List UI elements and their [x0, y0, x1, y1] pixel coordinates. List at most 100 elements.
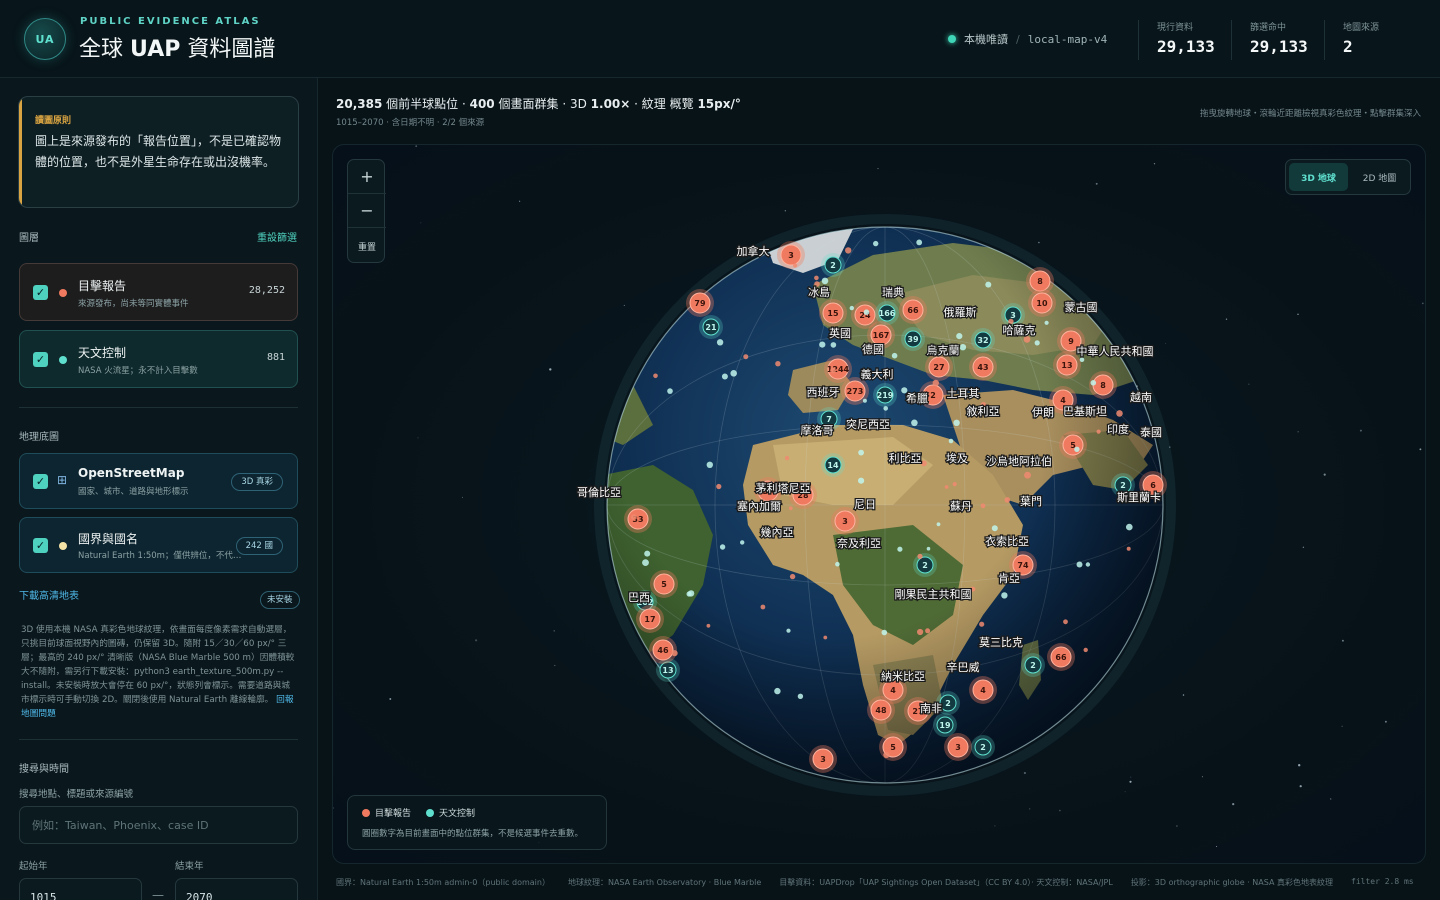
country-label: 泰國: [1140, 425, 1162, 439]
cluster-bubble[interactable]: 2: [971, 735, 995, 759]
cluster-bubble[interactable]: 79: [686, 289, 714, 317]
map-viewport[interactable]: 79 21 3 2 15 24 166 66 167 39 1244 273 219 27 43 32 8 10 9…: [332, 144, 1426, 864]
download-hd-link[interactable]: 下載高清地表: [19, 587, 79, 602]
point-marker: [849, 305, 854, 311]
star: [1201, 776, 1203, 778]
country-label: 希臘: [906, 391, 928, 405]
cluster-bubble[interactable]: 14: [821, 453, 845, 477]
cluster-bubble[interactable]: 32: [971, 328, 995, 352]
cluster-bubble[interactable]: 3: [831, 507, 859, 535]
cluster-bubble[interactable]: 2: [1021, 653, 1045, 677]
cluster-bubble[interactable]: 3: [809, 745, 837, 773]
attribution-footer: 國界：Natural Earth 1:50m admin-0（public do…: [336, 877, 1414, 888]
view-subtitle: 1015–2070 · 含日期不明 · 2/2 個來源: [336, 118, 485, 128]
star: [1330, 798, 1332, 800]
basemap-borders[interactable]: ✓ 國界與國名 Natural Earth 1:50m；僅供辨位，不代表政治立場…: [19, 517, 298, 573]
globe-canvas[interactable]: 79213215 24 166 66167 391244273 21927 43328109…: [333, 145, 1426, 864]
toggle-2d-map[interactable]: 2D 地圖: [1350, 163, 1409, 191]
point-marker: [891, 352, 898, 359]
point-marker: [1074, 446, 1080, 452]
star: [1341, 725, 1343, 727]
cluster-count: 4: [890, 686, 896, 695]
basemap-badge: 3D 真彩: [231, 473, 283, 491]
cluster-bubble[interactable]: 3: [944, 733, 972, 761]
basemap-osm[interactable]: ✓ ⊞ OpenStreetMap 國家、城市、道路與地形標示 3D 真彩: [19, 453, 298, 509]
cluster-bubble[interactable]: 21: [699, 315, 723, 339]
cluster-bubble[interactable]: 2: [821, 253, 845, 277]
point-marker: [917, 553, 923, 559]
point-marker: [845, 247, 852, 254]
cluster-count: 43: [977, 363, 988, 372]
page-title: 全球 UAP 資料圖譜: [79, 31, 275, 63]
grid-icon: ⊞: [57, 473, 68, 487]
cluster-bubble[interactable]: 46: [649, 636, 677, 664]
cluster-bubble[interactable]: 1244: [824, 355, 852, 383]
point-marker: [706, 623, 711, 628]
cluster-bubble[interactable]: 66: [1047, 643, 1075, 671]
point-marker: [1126, 546, 1131, 551]
start-year-input[interactable]: [19, 878, 142, 900]
reset-filters-link[interactable]: 重設篩選: [257, 229, 297, 244]
country-label: 英國: [829, 326, 851, 340]
country-label: 莫三比克: [979, 636, 1023, 649]
cluster-bubble[interactable]: 5: [879, 733, 907, 761]
country-label: 中華人民共和國: [1077, 345, 1154, 358]
country-label: 西班牙: [807, 386, 840, 399]
cluster-count: 219: [877, 391, 894, 400]
layer-name: 目擊報告: [78, 279, 127, 293]
layer-astro[interactable]: ✓ 天文控制 NASA 火流星；永不計入目擊數 881: [19, 330, 298, 388]
checkbox-icon[interactable]: ✓: [33, 474, 48, 489]
cluster-bubble[interactable]: 2: [913, 553, 937, 577]
cluster-bubble[interactable]: 219: [873, 383, 897, 407]
cluster-bubble[interactable]: 43: [969, 353, 997, 381]
checkbox-icon[interactable]: ✓: [33, 285, 48, 300]
point-marker: [760, 604, 766, 610]
cluster-bubble[interactable]: 3: [777, 241, 805, 269]
not-installed-badge: 未安裝: [260, 591, 300, 609]
star: [623, 304, 625, 306]
cluster-bubble[interactable]: 27: [925, 353, 953, 381]
star: [1297, 313, 1299, 315]
stat-current: 現行資料 29,133: [1138, 20, 1215, 60]
cluster-bubble[interactable]: 4: [969, 676, 997, 704]
point-marker: [1024, 471, 1031, 479]
star: [994, 825, 996, 827]
point-marker: [1079, 357, 1085, 362]
checkbox-icon[interactable]: ✓: [33, 538, 48, 553]
stat-label: 現行資料: [1157, 23, 1194, 33]
cluster-bubble[interactable]: 66: [899, 296, 927, 324]
title-suffix: 資料圖譜: [187, 37, 276, 62]
cluster-bubble[interactable]: 15: [819, 299, 847, 327]
cluster-count: 167: [873, 331, 890, 340]
zoom-reset-button[interactable]: 重置: [348, 228, 386, 264]
cluster-bubble[interactable]: 39: [901, 327, 925, 351]
search-input[interactable]: [19, 806, 298, 844]
zoom-out-button[interactable]: −: [348, 194, 386, 228]
zoom-in-button[interactable]: +: [348, 160, 386, 194]
cluster-count: 9: [1068, 337, 1074, 346]
cluster-bubble[interactable]: 10: [1028, 289, 1056, 317]
toggle-3d-globe[interactable]: 3D 地球: [1289, 163, 1348, 191]
cluster-bubble[interactable]: 5: [650, 570, 678, 598]
cluster-bubble[interactable]: 5: [1059, 431, 1087, 459]
cluster-bubble[interactable]: 19: [933, 713, 957, 737]
point-marker: [881, 629, 888, 636]
star: [417, 437, 419, 439]
country-label: 肯亞: [998, 572, 1020, 585]
layer-reports[interactable]: ✓ 目擊報告 來源發布，尚未等同實體事件 28,252: [19, 263, 298, 321]
star: [462, 496, 463, 498]
star: [877, 168, 879, 170]
summary-texture: 15px/°: [697, 97, 741, 111]
cluster-bubble[interactable]: 33: [624, 505, 652, 533]
cluster-count: 5: [890, 743, 896, 752]
checkbox-icon[interactable]: ✓: [33, 352, 48, 367]
cluster-count: 2: [1120, 481, 1126, 490]
summary-points: 20,385: [336, 97, 383, 111]
point-marker: [948, 438, 954, 444]
year-range-dash: —: [152, 888, 164, 900]
end-year-input[interactable]: [175, 878, 298, 900]
cluster-bubble[interactable]: 17: [636, 605, 664, 633]
star: [1359, 429, 1362, 432]
cluster-count: 66: [1055, 653, 1067, 662]
brand-kicker: PUBLIC EVIDENCE ATLAS: [80, 16, 261, 27]
